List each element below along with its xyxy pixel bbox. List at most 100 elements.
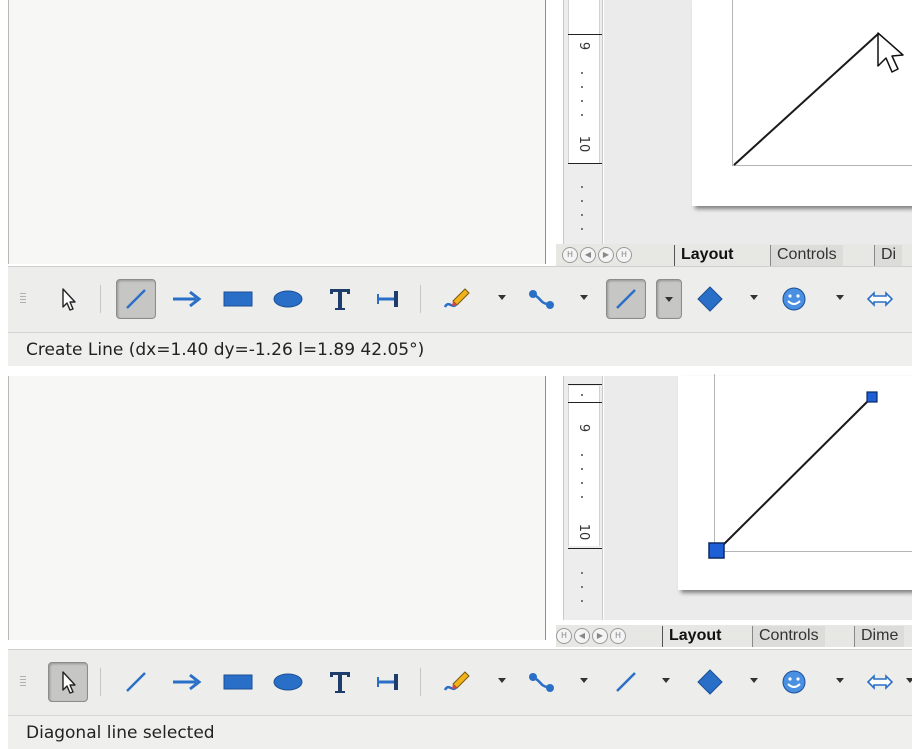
tab-nav-first-button[interactable]: H: [556, 628, 572, 644]
lines-and-arrows-button[interactable]: [606, 279, 646, 319]
basic-shapes-icon: [697, 669, 723, 695]
status-bar: Create Line (dx=1.40 dy=-1.26 l=1.89 42.…: [8, 332, 912, 366]
lines-and-arrows-button[interactable]: [606, 662, 646, 702]
line-style-icon: [616, 289, 636, 309]
toolbar-separator: [420, 668, 421, 696]
toolbar-separator: [100, 285, 101, 313]
drawing-toolbar: [8, 266, 912, 332]
drawing-canvas[interactable]: [604, 374, 912, 620]
ruler-dot: [581, 114, 583, 116]
curve-button[interactable]: [436, 662, 476, 702]
connector-dropdown-arrow[interactable]: [580, 295, 588, 300]
lines-and-arrows-dropdown[interactable]: [656, 279, 682, 319]
symbol-shapes-icon: [782, 670, 806, 694]
block-arrows-button[interactable]: [860, 662, 900, 702]
dimension-line-button[interactable]: [368, 279, 408, 319]
curve-button[interactable]: [436, 279, 476, 319]
arrow-line-icon: [173, 673, 202, 691]
drawing-toolbar: [8, 649, 912, 715]
left-pane: [8, 376, 546, 640]
symbol-shapes-button[interactable]: [774, 279, 814, 319]
select-button[interactable]: [48, 662, 88, 702]
block-arrows-dropdown-arrow[interactable]: [906, 678, 912, 683]
line-style-icon: [616, 672, 636, 692]
tab-layout[interactable]: Layout: [674, 245, 739, 266]
tab-layout[interactable]: Layout: [662, 626, 727, 647]
line-ends-with-arrow-button[interactable]: [166, 279, 206, 319]
ruler-dot: [581, 72, 583, 74]
connector-dropdown-arrow[interactable]: [580, 678, 588, 683]
tab-controls[interactable]: Controls: [770, 245, 843, 266]
ruler-dot: [581, 100, 583, 102]
basic-shapes-dropdown-arrow[interactable]: [750, 678, 758, 683]
drawing-overlay: [708, 391, 878, 559]
tab-nav-next-button[interactable]: ▶: [598, 247, 614, 263]
tab-controls[interactable]: Controls: [752, 626, 825, 647]
diagonal-line[interactable]: [733, 33, 879, 166]
ruler-dot: [581, 228, 583, 230]
curve-dropdown-arrow[interactable]: [498, 295, 506, 300]
line-ends-with-arrow-button[interactable]: [166, 662, 206, 702]
tab-nav-prev-button[interactable]: ◀: [574, 628, 590, 644]
rectangle-button[interactable]: [218, 662, 258, 702]
dimension-line-button[interactable]: [368, 662, 408, 702]
dimension-line-icon: [377, 674, 398, 690]
tab-nav-prev-button[interactable]: ◀: [580, 247, 596, 263]
text-icon: [330, 289, 350, 310]
block-arrows-icon: [866, 291, 894, 307]
basic-shapes-button[interactable]: [690, 662, 730, 702]
diagonal-line[interactable]: [716, 396, 873, 552]
arrow-line-icon: [173, 290, 202, 308]
lines-and-arrows-dropdown[interactable]: [662, 678, 670, 683]
drawing-canvas[interactable]: [604, 0, 912, 244]
symbol-shapes-dropdown-arrow[interactable]: [836, 295, 844, 300]
ruler-number-10: 10: [576, 135, 591, 153]
ruler-number-9: 9: [576, 423, 591, 433]
line-button[interactable]: [116, 662, 156, 702]
tab-dimension-lines[interactable]: Dime: [854, 626, 905, 647]
symbol-shapes-dropdown-arrow[interactable]: [836, 678, 844, 683]
ruler-dot: [581, 186, 583, 188]
block-arrows-button[interactable]: [860, 279, 900, 319]
tab-nav-next-button[interactable]: ▶: [592, 628, 608, 644]
basic-shapes-dropdown-arrow[interactable]: [750, 295, 758, 300]
ruler-dot: [581, 454, 583, 456]
dimension-line-icon: [377, 291, 398, 307]
text-button[interactable]: [320, 662, 360, 702]
selection-handle-start[interactable]: [708, 542, 725, 559]
toolbar-grip[interactable]: [20, 293, 26, 305]
select-button[interactable]: [48, 279, 88, 319]
vertical-ruler: 9 10: [563, 376, 603, 620]
ruler-dot: [581, 86, 583, 88]
toolbar-separator: [100, 668, 101, 696]
freeform-curve-icon: [443, 288, 470, 308]
rectangle-button[interactable]: [218, 279, 258, 319]
bottom-panel: 9 10 H ◀ ▶ H Layout Controls Dime Diagon…: [0, 374, 912, 749]
connector-button[interactable]: [522, 279, 562, 319]
ruler-dot: [581, 572, 583, 574]
ellipse-button[interactable]: [268, 279, 308, 319]
ellipse-button[interactable]: [268, 662, 308, 702]
toolbar-grip[interactable]: [20, 676, 26, 688]
freeform-curve-icon: [443, 671, 470, 691]
selection-handle-end[interactable]: [866, 391, 878, 403]
tab-nav-last-button[interactable]: H: [610, 628, 626, 644]
rectangle-icon: [223, 291, 253, 307]
ruler-dot: [581, 496, 583, 498]
basic-shapes-button[interactable]: [690, 279, 730, 319]
text-icon: [330, 672, 350, 693]
ruler-dot: [581, 394, 583, 396]
tab-nav-last-button[interactable]: H: [616, 247, 632, 263]
select-icon: [62, 288, 76, 311]
text-button[interactable]: [320, 279, 360, 319]
tab-dimension-lines[interactable]: Di: [874, 245, 903, 266]
connector-button[interactable]: [522, 662, 562, 702]
line-button[interactable]: [116, 279, 156, 319]
curve-dropdown-arrow[interactable]: [498, 678, 506, 683]
symbol-shapes-button[interactable]: [774, 662, 814, 702]
ruler-tick: [568, 163, 602, 164]
line-icon: [126, 289, 146, 309]
ruler-tick: [568, 548, 602, 549]
tab-nav-first-button[interactable]: H: [562, 247, 578, 263]
ruler-dot: [581, 600, 583, 602]
